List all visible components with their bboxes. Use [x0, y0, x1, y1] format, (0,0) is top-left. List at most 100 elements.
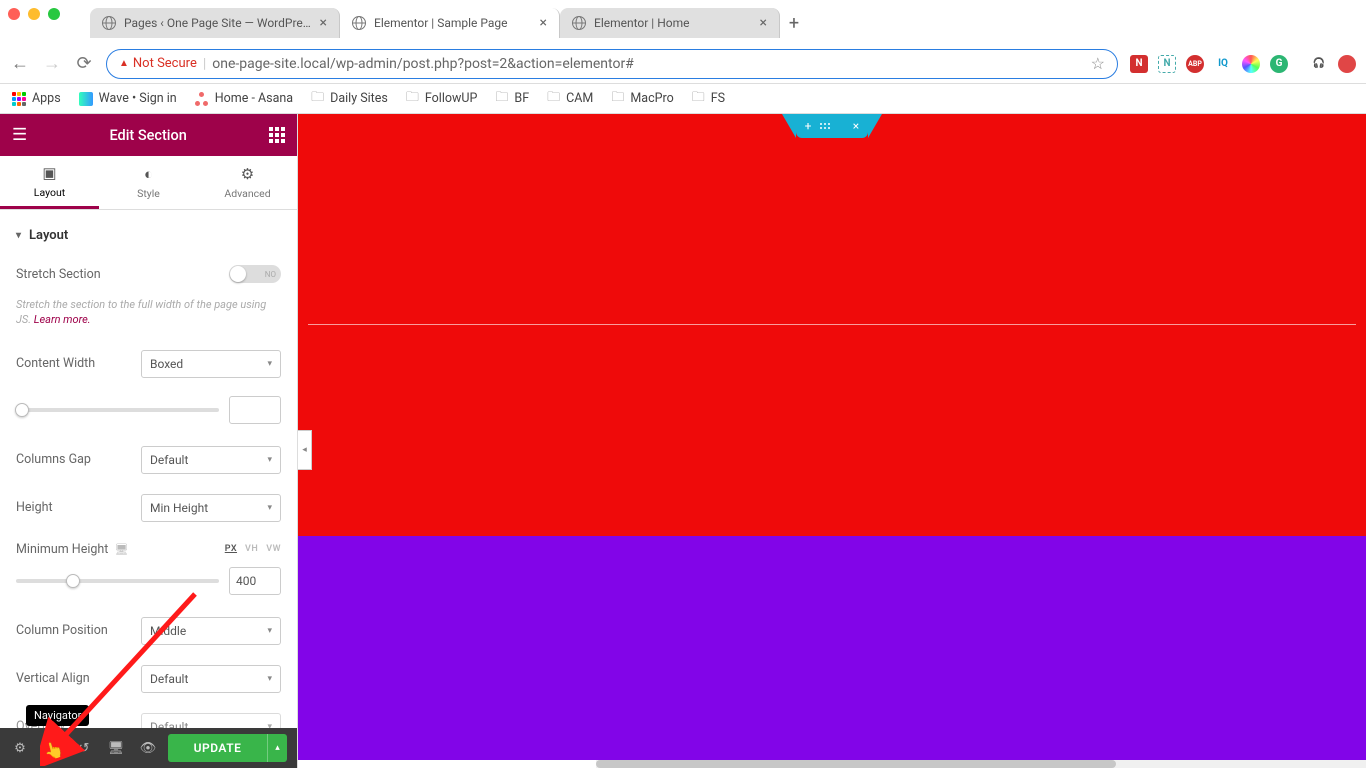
slider-thumb[interactable] — [15, 403, 29, 417]
apps-button[interactable]: Apps — [12, 91, 61, 106]
browser-tab-2[interactable]: Elementor | Home × — [560, 8, 780, 38]
folder-icon: 🗀 — [311, 88, 324, 110]
divider: | — [203, 56, 206, 72]
nav-forward-icon[interactable]: → — [42, 53, 62, 74]
control-width-slider — [0, 388, 297, 436]
control-column-position: Column Position Middle — [0, 607, 297, 655]
close-icon[interactable]: × — [320, 15, 327, 31]
control-columns-gap: Columns Gap Default — [0, 436, 297, 484]
browser-tab-1[interactable]: Elementor | Sample Page × — [340, 8, 560, 38]
control-label: Column Position — [16, 623, 141, 638]
editor-canvas[interactable]: + × — [298, 114, 1366, 768]
section-layout-toggle[interactable]: Layout — [0, 216, 297, 255]
tab-advanced[interactable]: ⚙Advanced — [198, 156, 297, 209]
section-2[interactable] — [298, 536, 1366, 760]
desktop-icon[interactable]: 🖥 — [115, 543, 129, 556]
control-description: Stretch the section to the full width of… — [0, 293, 297, 340]
ext-icon[interactable]: IQ — [1214, 55, 1232, 73]
folder-icon: 🗀 — [611, 88, 624, 110]
close-icon[interactable]: × — [760, 15, 767, 31]
tab-title: Elementor | Sample Page — [374, 16, 532, 30]
ext-icon[interactable] — [1338, 55, 1356, 73]
window-zoom-icon[interactable] — [48, 8, 60, 20]
widgets-grid-icon[interactable] — [269, 127, 285, 143]
control-vertical-align: Vertical Align Default — [0, 655, 297, 703]
unit-px[interactable]: PX — [225, 544, 237, 554]
bookmark-wave[interactable]: Wave • Sign in — [79, 91, 177, 106]
bookmark-folder[interactable]: 🗀Daily Sites — [311, 88, 388, 110]
ext-grammarly-icon[interactable]: G — [1270, 55, 1288, 73]
horizontal-scrollbar[interactable] — [596, 760, 1366, 768]
update-options-icon[interactable]: ▴ — [267, 734, 287, 762]
panel-body[interactable]: Layout Stretch Section NO Stretch the se… — [0, 210, 297, 728]
menu-icon[interactable]: ☰ — [12, 125, 27, 145]
nav-reload-icon[interactable]: ⟳ — [74, 53, 94, 74]
url-text: one-page-site.local/wp-admin/post.php?po… — [212, 56, 1084, 72]
panel-header: ☰ Edit Section — [0, 114, 297, 156]
preview-icon[interactable]: 👁 — [132, 728, 164, 768]
globe-icon — [572, 16, 586, 30]
ext-icon[interactable]: 🎧 — [1310, 55, 1328, 73]
select-vertical-align[interactable]: Default — [141, 665, 281, 693]
bookmark-folder[interactable]: 🗀FS — [692, 88, 725, 110]
new-tab-button[interactable]: + — [780, 9, 808, 37]
close-icon[interactable]: × — [540, 15, 547, 31]
section-1[interactable]: + × — [298, 114, 1366, 536]
bookmark-folder[interactable]: 🗀FollowUP — [406, 88, 478, 110]
layout-icon: ▣ — [42, 164, 56, 182]
apps-grid-icon — [12, 92, 26, 106]
toggle-stretch[interactable]: NO — [229, 265, 281, 283]
bookmark-star-icon[interactable]: ☆ — [1091, 54, 1105, 73]
width-slider[interactable] — [16, 408, 219, 412]
unit-vh[interactable]: VH — [245, 544, 258, 554]
panel-tabs: ▣Layout ◐Style ⚙Advanced — [0, 156, 297, 210]
min-height-slider[interactable] — [16, 579, 219, 583]
unit-vw[interactable]: VW — [266, 544, 281, 554]
width-value-input[interactable] — [229, 396, 281, 424]
ext-icon[interactable]: N — [1158, 55, 1176, 73]
tab-style[interactable]: ◐Style — [99, 156, 198, 209]
bookmark-folder[interactable]: 🗀MacPro — [611, 88, 673, 110]
select-height[interactable]: Min Height — [141, 494, 281, 522]
section-handle: + × — [796, 114, 868, 138]
scrollbar-thumb[interactable] — [596, 760, 1116, 768]
security-warning[interactable]: Not Secure — [119, 56, 197, 71]
update-button[interactable]: UPDATE — [168, 734, 267, 762]
bookmark-folder[interactable]: 🗀CAM — [547, 88, 593, 110]
window-minimize-icon[interactable] — [28, 8, 40, 20]
select-overflow[interactable]: Default — [141, 713, 281, 728]
history-icon[interactable]: ↺ — [68, 728, 100, 768]
select-columns-gap[interactable]: Default — [141, 446, 281, 474]
browser-tab-0[interactable]: Pages ‹ One Page Site — WordPress × — [90, 8, 340, 38]
bookmark-asana[interactable]: Home - Asana — [195, 91, 293, 106]
address-bar[interactable]: Not Secure | one-page-site.local/wp-admi… — [106, 49, 1118, 79]
edit-section-icon[interactable] — [820, 123, 844, 129]
learn-more-link[interactable]: Learn more. — [34, 313, 91, 326]
select-column-position[interactable]: Middle — [141, 617, 281, 645]
control-label: Columns Gap — [16, 452, 141, 467]
bookmarks-bar: Apps Wave • Sign in Home - Asana 🗀Daily … — [0, 84, 1366, 114]
ext-icon[interactable]: N — [1130, 55, 1148, 73]
min-height-input[interactable] — [229, 567, 281, 595]
globe-icon — [352, 16, 366, 30]
responsive-icon[interactable]: 🖥 — [100, 728, 132, 768]
delete-section-icon[interactable]: × — [844, 119, 868, 133]
select-content-width[interactable]: Boxed — [141, 350, 281, 378]
unit-switcher[interactable]: PX VH VW — [225, 544, 281, 554]
nav-back-icon[interactable]: ← — [10, 53, 30, 74]
settings-icon[interactable]: ⚙ — [4, 728, 36, 768]
tab-layout[interactable]: ▣Layout — [0, 156, 99, 209]
window-close-icon[interactable] — [8, 8, 20, 20]
style-icon: ◐ — [144, 165, 153, 183]
control-label: Vertical Align — [16, 671, 141, 686]
panel-collapse-icon[interactable]: ◂ — [298, 430, 312, 470]
ext-abp-icon[interactable]: ABP — [1186, 55, 1204, 73]
control-min-height: Minimum Height 🖥 PX VH VW — [0, 532, 297, 559]
bookmark-folder[interactable]: 🗀BF — [495, 88, 529, 110]
control-stretch-section: Stretch Section NO — [0, 255, 297, 293]
control-label: Minimum Height 🖥 — [16, 542, 225, 557]
gear-icon: ⚙ — [241, 165, 254, 183]
ext-icon[interactable] — [1242, 55, 1260, 73]
add-section-icon[interactable]: + — [796, 119, 820, 133]
slider-thumb[interactable] — [66, 574, 80, 588]
